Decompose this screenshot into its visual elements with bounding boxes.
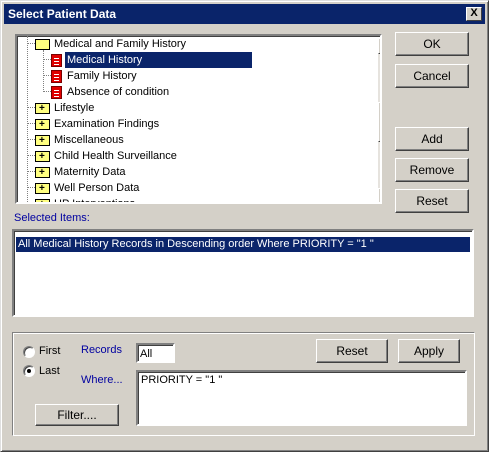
selected-items-label: Selected Items: bbox=[14, 212, 90, 224]
tree-connector-line bbox=[43, 75, 51, 76]
tree-item-child-health-surveillance[interactable]: + Child Health Surveillance bbox=[35, 148, 179, 164]
select-patient-data-dialog: Select Patient Data X Medical and Family… bbox=[0, 0, 489, 452]
title-bar: Select Patient Data X bbox=[4, 4, 485, 24]
first-radio[interactable] bbox=[23, 346, 35, 358]
list-item[interactable]: All Medical History Records in Descendin… bbox=[16, 237, 470, 252]
tree-item-label: Medical History bbox=[65, 52, 253, 68]
tree-connector-line bbox=[27, 36, 28, 202]
tree-item-label: Medical and Family History bbox=[54, 38, 187, 50]
remove-button[interactable]: Remove bbox=[395, 158, 469, 182]
tree-connector-line bbox=[27, 171, 35, 172]
tree-item-label: Family History bbox=[67, 70, 137, 82]
tree-item-well-person-data[interactable]: + Well Person Data bbox=[35, 180, 141, 196]
tree-item-maternity-data[interactable]: + Maternity Data bbox=[35, 164, 128, 180]
tree-item-medical-history[interactable]: Medical History bbox=[51, 52, 253, 68]
add-button[interactable]: Add bbox=[395, 127, 469, 151]
tree-connector-line bbox=[27, 43, 35, 44]
folder-plus-icon: + bbox=[35, 166, 50, 178]
folder-plus-icon: + bbox=[35, 150, 50, 162]
tree-item-hp-interventions[interactable]: + HP Interventions bbox=[35, 196, 137, 204]
folder-plus-icon: + bbox=[35, 182, 50, 194]
tree-connector-line bbox=[27, 203, 35, 204]
tree-connector-line bbox=[43, 91, 51, 92]
tree-connector-line bbox=[27, 155, 35, 156]
cancel-button[interactable]: Cancel bbox=[395, 64, 469, 88]
tree-item-miscellaneous[interactable]: + Miscellaneous bbox=[35, 132, 126, 148]
tree-item-medical-and-family-history[interactable]: Medical and Family History bbox=[35, 36, 188, 52]
tree-item-label: Lifestyle bbox=[54, 102, 95, 114]
tree-item-label: Maternity Data bbox=[54, 166, 126, 178]
first-radio-label: First bbox=[39, 345, 61, 357]
document-icon bbox=[51, 85, 62, 99]
filter-button[interactable]: Filter.... bbox=[35, 404, 119, 426]
reset-filter-button[interactable]: Reset bbox=[316, 339, 388, 363]
document-icon bbox=[51, 53, 62, 67]
radio-selected-dot bbox=[27, 369, 31, 373]
tree-item-family-history[interactable]: Family History bbox=[51, 68, 139, 84]
tree-item-label: Examination Findings bbox=[54, 118, 160, 130]
tree-connector-line bbox=[43, 59, 51, 60]
folder-plus-icon: + bbox=[35, 118, 50, 130]
tree-item-examination-findings[interactable]: + Examination Findings bbox=[35, 116, 161, 132]
reset-button[interactable]: Reset bbox=[395, 189, 469, 213]
close-button[interactable]: X bbox=[466, 7, 482, 21]
filter-options-group: First Last Records All Where... PRIORITY… bbox=[12, 332, 475, 436]
records-label: Records bbox=[81, 344, 122, 356]
records-input[interactable]: All bbox=[136, 343, 175, 363]
tree-item-label: Absence of condition bbox=[67, 86, 170, 98]
where-label: Where... bbox=[81, 374, 123, 386]
last-radio[interactable] bbox=[23, 365, 35, 377]
last-radio-label: Last bbox=[39, 365, 60, 377]
tree-item-lifestyle[interactable]: + Lifestyle bbox=[35, 100, 96, 116]
apply-button[interactable]: Apply bbox=[398, 339, 460, 363]
folder-plus-icon: + bbox=[35, 102, 50, 114]
patient-data-tree[interactable]: Medical and Family History Medical Histo… bbox=[15, 34, 382, 204]
tree-connector-line bbox=[43, 50, 44, 92]
tree-vertical-scrollbar[interactable]: ▲ ▼ bbox=[378, 38, 380, 202]
folder-open-icon bbox=[35, 38, 50, 50]
scrollbar-thumb[interactable] bbox=[378, 102, 380, 142]
tree-item-absence-of-condition[interactable]: Absence of condition bbox=[51, 84, 171, 100]
tree-item-label: Well Person Data bbox=[54, 182, 140, 194]
tree-item-label: Child Health Surveillance bbox=[54, 150, 177, 162]
tree-item-label: Miscellaneous bbox=[54, 134, 124, 146]
tree-connector-line bbox=[27, 139, 35, 140]
where-textarea[interactable]: PRIORITY = "1 " bbox=[136, 370, 467, 426]
ok-button[interactable]: OK bbox=[395, 32, 469, 56]
tree-connector-line bbox=[27, 107, 35, 108]
selected-items-list[interactable]: All Medical History Records in Descendin… bbox=[12, 229, 474, 317]
scroll-up-arrow-icon[interactable]: ▲ bbox=[378, 38, 380, 54]
tree-connector-line bbox=[27, 123, 35, 124]
window-title: Select Patient Data bbox=[8, 7, 117, 21]
scroll-down-arrow-icon[interactable]: ▼ bbox=[378, 188, 380, 202]
document-icon bbox=[51, 69, 62, 83]
folder-plus-icon: + bbox=[35, 198, 50, 202]
tree-item-label: HP Interventions bbox=[54, 198, 136, 204]
tree-connector-line bbox=[27, 187, 35, 188]
folder-plus-icon: + bbox=[35, 134, 50, 146]
